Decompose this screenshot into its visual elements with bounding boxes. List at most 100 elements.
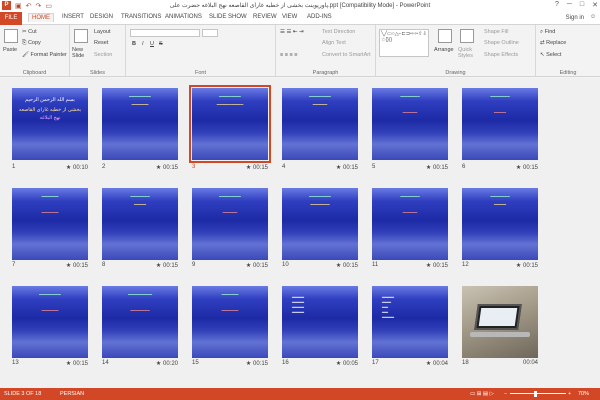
- align-icons[interactable]: ≡ ≡ ≡ ≡: [280, 52, 297, 58]
- shape-effects-button[interactable]: Shape Effects: [484, 52, 518, 58]
- slide-thumb-11[interactable]: ━━━━━━━━ ━━━━━━: [372, 188, 448, 260]
- slide-thumb-9[interactable]: ━━━━━━━━━ ━━━━━━: [192, 188, 268, 260]
- arrange-icon[interactable]: [438, 29, 452, 43]
- sign-in-link[interactable]: Sign in: [566, 15, 584, 21]
- slide-time[interactable]: ★ 00:15: [408, 164, 448, 171]
- quick-styles-icon[interactable]: [460, 29, 474, 43]
- slide-thumb-17[interactable]: ━━━━ ━━━ ━━ ━━ ━━━━: [372, 286, 448, 358]
- zoom-out-button[interactable]: −: [504, 391, 507, 397]
- slide-time[interactable]: ★ 00:05: [318, 360, 358, 367]
- zoom-slider-knob[interactable]: [534, 391, 537, 397]
- slide-thumb-13[interactable]: ━━━━━━━━━ ━━━━━━━: [12, 286, 88, 358]
- strikethrough-button[interactable]: S: [159, 41, 163, 47]
- slide-time[interactable]: ★ 00:15: [138, 262, 178, 269]
- find-button[interactable]: ⌕ Find: [540, 29, 555, 36]
- slide-thumb-5[interactable]: ━━━━━━━━ ━━━━━━: [372, 88, 448, 160]
- paste-button[interactable]: Paste: [3, 47, 17, 53]
- bullets-icon[interactable]: ☰ ☰ ⇤ ⇥: [280, 29, 304, 35]
- tab-home[interactable]: HOME: [28, 13, 54, 22]
- tab-transitions[interactable]: TRANSITIONS: [121, 14, 161, 20]
- convert-smartart-button[interactable]: Convert to SmartArt: [322, 52, 371, 58]
- tab-view[interactable]: VIEW: [282, 14, 297, 20]
- tab-add-ins[interactable]: ADD-INS: [307, 14, 332, 20]
- cut-button[interactable]: ✂ Cut: [22, 29, 37, 35]
- font-name-dropdown[interactable]: [130, 29, 200, 37]
- zoom-level[interactable]: 70%: [578, 391, 589, 397]
- slide-time[interactable]: ★ 00:10: [48, 164, 88, 171]
- shape-outline-button[interactable]: Shape Outline: [484, 40, 519, 46]
- underline-button[interactable]: U: [150, 41, 154, 47]
- maximize-button[interactable]: □: [580, 1, 584, 9]
- slide-time[interactable]: ★ 00:15: [318, 262, 358, 269]
- avatar[interactable]: ☺: [590, 14, 596, 20]
- close-button[interactable]: ✕: [592, 1, 598, 9]
- replace-button[interactable]: ⇄ Replace: [540, 40, 566, 46]
- slide-thumb-1[interactable]: بسم الله الرحمن الرحیم بخشی از خطبه غارا…: [12, 88, 88, 160]
- section-button[interactable]: Section: [94, 52, 112, 58]
- tab-animations[interactable]: ANIMATIONS: [165, 14, 202, 20]
- slide-number: 13: [12, 360, 19, 366]
- tab-review[interactable]: REVIEW: [253, 14, 277, 20]
- text-direction-button[interactable]: Text Direction: [322, 29, 355, 35]
- paste-icon[interactable]: [4, 29, 18, 43]
- slide-time[interactable]: ★ 00:15: [48, 262, 88, 269]
- quick-styles-button[interactable]: Quick Styles: [458, 47, 474, 59]
- slide-number: 17: [372, 360, 379, 366]
- slide-thumb-16[interactable]: ━━━━ ━━━━ ━━━━ ━━━━: [282, 286, 358, 358]
- format-painter-button[interactable]: 🖌 Format Painter: [22, 52, 67, 58]
- slide-number: 18: [462, 360, 469, 366]
- slide-thumb-10[interactable]: ━━━━━━━━━ ━━━━━━━━: [282, 188, 358, 260]
- select-button[interactable]: ↖ Select: [540, 52, 561, 58]
- shape-fill-button[interactable]: Shape Fill: [484, 29, 508, 35]
- font-size-dropdown[interactable]: [202, 29, 218, 37]
- slide-time[interactable]: ★ 00:15: [48, 360, 88, 367]
- slide-number: 3: [192, 164, 196, 170]
- slide-time[interactable]: ★ 00:20: [138, 360, 178, 367]
- slide-number: 9: [192, 262, 196, 268]
- new-slide-icon[interactable]: [74, 29, 88, 43]
- slide-time[interactable]: ★ 00:15: [228, 164, 268, 171]
- shapes-gallery[interactable]: ╲╱▭○△⌐⊏⊐⇨⇦⇧⇩☆{}(): [379, 29, 429, 57]
- copy-button[interactable]: ⎘ Copy: [22, 40, 41, 47]
- slide-time[interactable]: 00:04: [498, 360, 538, 366]
- title-bar: P ▣ ↶ ↷ ▭ پاورپوینت بخشی از خطبه غارای ا…: [0, 0, 600, 12]
- slide-time[interactable]: ★ 00:15: [228, 360, 268, 367]
- italic-button[interactable]: I: [142, 41, 144, 47]
- view-buttons[interactable]: ▭ ⊞ ▤ ▷: [470, 391, 494, 397]
- bold-button[interactable]: B: [132, 41, 136, 47]
- minimize-button[interactable]: ─: [567, 1, 572, 9]
- slide-thumb-4[interactable]: ━━━━━━━━━ ━━━━━━: [282, 88, 358, 160]
- align-text-button[interactable]: Align Text: [322, 40, 346, 46]
- slide-thumb-14[interactable]: ━━━━━━━━━━ ━━━━━━━━: [102, 286, 178, 358]
- slide-thumb-8[interactable]: ━━━━━━━━ ━━━━━: [102, 188, 178, 260]
- tab-file[interactable]: FILE: [0, 12, 22, 25]
- slide-time[interactable]: ★ 00:15: [498, 164, 538, 171]
- slide-time[interactable]: ★ 00:15: [138, 164, 178, 171]
- tab-slide-show[interactable]: SLIDE SHOW: [209, 14, 247, 20]
- tab-insert[interactable]: INSERT: [62, 14, 84, 20]
- slide-number: 4: [282, 164, 286, 170]
- slide-thumb-3[interactable]: ━━━━━━━━━ ━━━━━━━━━━━: [189, 85, 271, 163]
- slide-time[interactable]: ★ 00:15: [408, 262, 448, 269]
- slide-time[interactable]: ★ 00:15: [228, 262, 268, 269]
- help-button[interactable]: ?: [555, 1, 559, 9]
- arrange-button[interactable]: Arrange: [434, 47, 454, 53]
- reset-button[interactable]: Reset: [94, 40, 108, 46]
- slide-thumb-15[interactable]: ━━━━━━━ ━━━━━━━: [192, 286, 268, 358]
- slide-thumb-18[interactable]: [462, 286, 538, 358]
- zoom-in-button[interactable]: +: [568, 391, 571, 397]
- group-editing: ⌕ Find ⇄ Replace ↖ Select Editing: [536, 25, 600, 77]
- tab-design[interactable]: DESIGN: [90, 14, 113, 20]
- slide-thumb-12[interactable]: ━━━━━━━━ ━━━━━: [462, 188, 538, 260]
- slide-thumb-6[interactable]: ━━━━━━━━ ━━━━━: [462, 88, 538, 160]
- slide-time[interactable]: ★ 00:04: [408, 360, 448, 367]
- slide-time[interactable]: ★ 00:15: [318, 164, 358, 171]
- slide-number: 16: [282, 360, 289, 366]
- new-slide-button[interactable]: New Slide: [72, 47, 94, 59]
- slide-thumb-2[interactable]: ━━━━━━━━━ ━━━━━━━: [102, 88, 178, 160]
- language-indicator[interactable]: PERSIAN: [60, 391, 84, 397]
- zoom-slider[interactable]: [510, 393, 566, 394]
- slide-time[interactable]: ★ 00:15: [498, 262, 538, 269]
- layout-button[interactable]: Layout: [94, 29, 111, 35]
- slide-thumb-7[interactable]: ━━━━━━━ ━━━━━━━: [12, 188, 88, 260]
